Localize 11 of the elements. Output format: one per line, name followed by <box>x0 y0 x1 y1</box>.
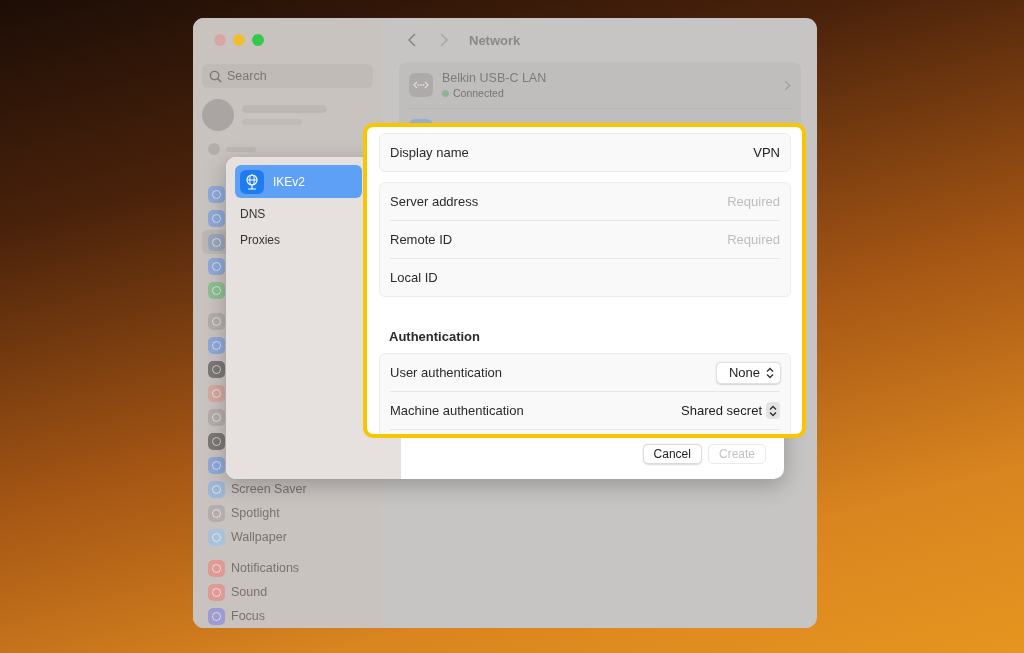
row-label: User authentication <box>390 365 502 380</box>
row-value: VPN <box>753 145 780 160</box>
row-label: Display name <box>390 145 469 160</box>
row-label: Machine authentication <box>390 403 524 418</box>
row-label: Server address <box>390 194 479 209</box>
row-label: Remote ID <box>390 232 453 247</box>
service-status: Connected <box>453 87 504 99</box>
section-title: Authentication <box>389 329 481 344</box>
service-name: Belkin USB-C LAN <box>442 71 548 85</box>
row-label: Local ID <box>390 270 438 285</box>
page-title: Network <box>469 32 521 48</box>
